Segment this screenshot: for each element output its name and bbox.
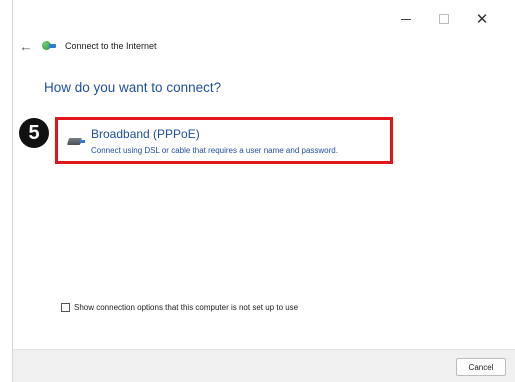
nav-row: ← Connect to the Internet <box>19 36 157 56</box>
show-options-checkbox[interactable] <box>61 303 70 312</box>
network-connection-icon <box>41 40 57 52</box>
page-heading: How do you want to connect? <box>44 80 222 95</box>
cancel-button[interactable]: Cancel <box>456 358 506 376</box>
minimize-button[interactable] <box>387 8 425 30</box>
broadband-modem-icon <box>67 135 85 147</box>
dialog-footer: Cancel <box>13 349 515 382</box>
option-description: Connect using DSL or cable that requires… <box>91 146 338 155</box>
option-title: Broadband (PPPoE) <box>91 127 200 141</box>
connect-internet-dialog: ✕ ← Connect to the Internet How do you w… <box>12 0 515 382</box>
close-icon: ✕ <box>475 11 489 28</box>
close-button[interactable]: ✕ <box>463 8 501 30</box>
dialog-title: Connect to the Internet <box>65 41 157 51</box>
maximize-icon <box>439 14 449 24</box>
show-options-checkbox-label[interactable]: Show connection options that this comput… <box>74 303 298 312</box>
step-badge: 5 <box>19 118 49 148</box>
show-options-checkbox-row[interactable]: Show connection options that this comput… <box>61 303 298 312</box>
minimize-icon <box>401 18 411 20</box>
window-controls: ✕ <box>387 8 501 30</box>
maximize-button[interactable] <box>425 8 463 30</box>
option-broadband-pppoe[interactable]: Broadband (PPPoE) Connect using DSL or c… <box>55 117 393 164</box>
back-arrow-icon[interactable]: ← <box>19 39 33 54</box>
